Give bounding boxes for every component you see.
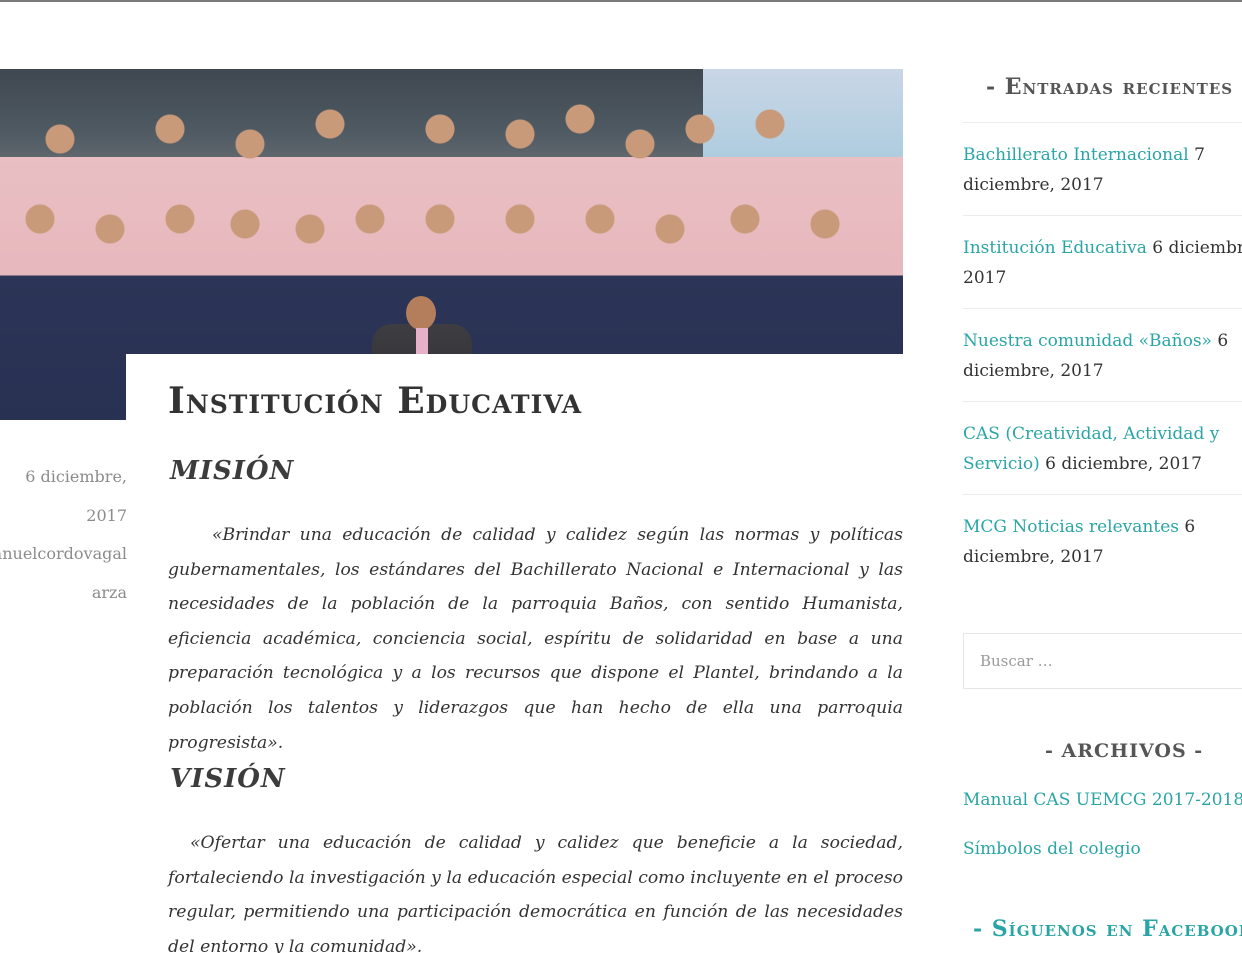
facebook-widget-title: - Síguenos en Facebook (973, 916, 1242, 942)
post-title: Institución Educativa (168, 380, 583, 422)
vision-heading: VISIÓN (170, 764, 286, 794)
list-item: CAS (Creatividad, Actividad y Servicio) … (963, 401, 1242, 494)
post-meta: 6 diciembre, 2017 emanuelcordovagalarza (0, 458, 127, 612)
list-item: MCG Noticias relevantes 6 diciembre, 201… (963, 494, 1242, 587)
recent-post-link[interactable]: Bachillerato Internacional (963, 145, 1189, 165)
search-input[interactable] (963, 633, 1242, 689)
archive-link[interactable]: Símbolos del colegio (963, 839, 1141, 859)
recent-post-link[interactable]: Nuestra comunidad «Baños» (963, 331, 1212, 351)
mision-paragraph: «Brindar una educación de calidad y cali… (168, 525, 903, 753)
vision-paragraph: «Ofertar una educación de calidad y cali… (168, 833, 903, 953)
recent-post-date: 6 diciembre, 2017 (1045, 454, 1202, 474)
recent-post-link[interactable]: MCG Noticias relevantes (963, 517, 1179, 537)
recent-posts-list: Bachillerato Internacional 7 diciembre, … (963, 122, 1242, 587)
list-item: Nuestra comunidad «Baños» 6 diciembre, 2… (963, 308, 1242, 401)
mision-heading: MISIÓN (170, 456, 295, 486)
top-border (0, 0, 1242, 2)
archive-link[interactable]: Manual CAS UEMCG 2017-2018 (963, 790, 1242, 810)
list-item: Bachillerato Internacional 7 diciembre, … (963, 122, 1242, 215)
post-author-link[interactable]: emanuelcordovagalarza (0, 535, 127, 612)
recent-posts-title: - Entradas recientes - (986, 74, 1242, 100)
recent-post-link[interactable]: Institución Educativa (963, 238, 1147, 258)
list-item: Institución Educativa 6 diciembre, 2017 (963, 215, 1242, 308)
archives-title: - ARCHIVOS - (1045, 740, 1204, 762)
post-date-link[interactable]: 6 diciembre, 2017 (0, 458, 127, 535)
